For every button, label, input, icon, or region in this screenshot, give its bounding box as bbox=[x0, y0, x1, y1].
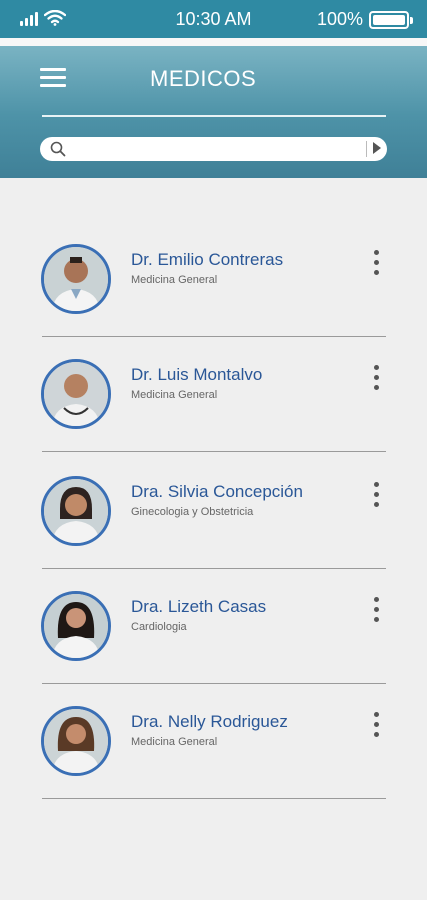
row-divider bbox=[42, 683, 386, 684]
doctor-specialty: Cardiologia bbox=[131, 621, 187, 633]
more-options-icon[interactable] bbox=[370, 365, 384, 395]
more-options-icon[interactable] bbox=[370, 482, 384, 512]
avatar bbox=[41, 244, 111, 314]
search-separator bbox=[366, 141, 367, 157]
doctor-name: Dra. Silvia Concepción bbox=[131, 482, 303, 501]
battery-status: 100% bbox=[316, 9, 413, 30]
doctor-name: Dr. Emilio Contreras bbox=[131, 250, 284, 269]
row-divider bbox=[42, 798, 386, 799]
list-item[interactable]: Dra. Nelly Rodriguez Medicina General bbox=[0, 706, 427, 821]
avatar bbox=[41, 476, 111, 546]
avatar bbox=[41, 359, 111, 429]
battery-icon bbox=[369, 10, 413, 29]
doctor-name: Dra. Lizeth Casas bbox=[131, 597, 267, 616]
search-input[interactable] bbox=[72, 139, 366, 161]
list-item[interactable]: Dra. Lizeth Casas Cardiologia bbox=[0, 591, 427, 706]
doctor-name: Dra. Nelly Rodriguez bbox=[131, 712, 288, 731]
hamburger-menu-icon[interactable] bbox=[40, 68, 66, 88]
list-item[interactable]: Dr. Emilio Contreras Medicina General bbox=[0, 244, 427, 359]
row-divider bbox=[42, 451, 386, 452]
avatar bbox=[41, 591, 111, 661]
row-divider bbox=[42, 336, 386, 337]
search-bar[interactable] bbox=[40, 137, 387, 161]
battery-percent: 100% bbox=[316, 9, 363, 29]
more-options-icon[interactable] bbox=[370, 250, 384, 280]
list-item[interactable]: Dr. Luis Montalvo Medicina General bbox=[0, 359, 427, 474]
doctor-specialty: Medicina General bbox=[131, 736, 218, 748]
avatar bbox=[41, 706, 111, 776]
header-divider bbox=[42, 115, 386, 117]
app-header: MEDICOS bbox=[0, 38, 427, 178]
row-divider bbox=[42, 568, 386, 569]
more-options-icon[interactable] bbox=[370, 712, 384, 742]
more-options-icon[interactable] bbox=[370, 597, 384, 627]
page-title: MEDICOS bbox=[150, 66, 257, 91]
doctor-specialty: Medicina General bbox=[131, 389, 218, 401]
search-icon bbox=[50, 141, 66, 157]
list-item[interactable]: Dra. Silvia Concepción Ginecologia y Obs… bbox=[0, 476, 427, 591]
search-submit-icon[interactable] bbox=[373, 142, 381, 154]
status-bar: 10:30 AM 100% bbox=[0, 0, 427, 38]
doctor-specialty: Ginecologia y Obstetricia bbox=[131, 506, 254, 518]
doctor-name: Dr. Luis Montalvo bbox=[131, 365, 263, 384]
doctor-specialty: Medicina General bbox=[131, 274, 218, 286]
